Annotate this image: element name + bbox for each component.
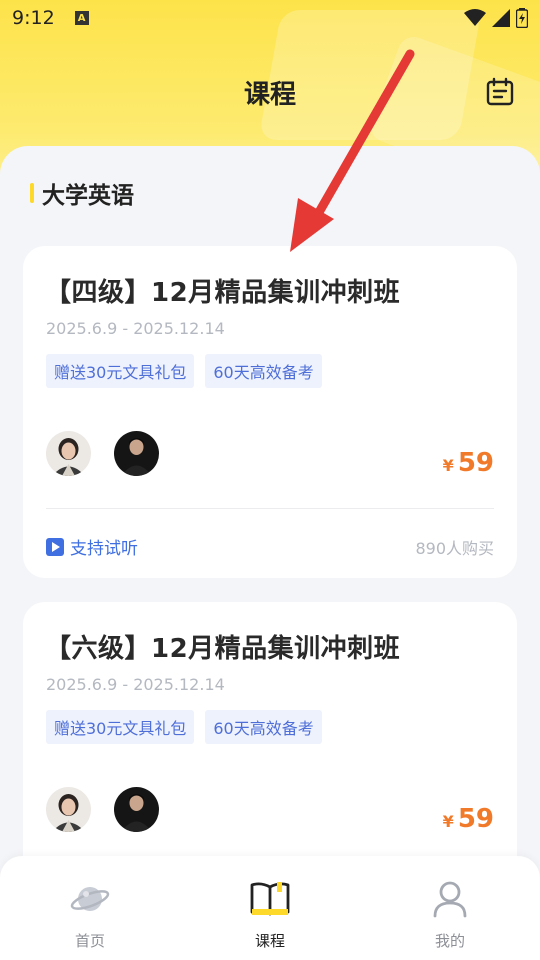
trial-link[interactable]: 支持试听 xyxy=(46,534,138,559)
card-divider xyxy=(46,508,494,509)
price-value: 59 xyxy=(457,448,494,478)
section-header: 大学英语 xyxy=(30,178,134,209)
battery-icon xyxy=(516,8,528,28)
course-tag: 60天高效备考 xyxy=(205,354,322,388)
course-tag: 60天高效备考 xyxy=(205,710,322,744)
course-tag: 赠送30元文具礼包 xyxy=(46,710,195,744)
currency-symbol: ¥ xyxy=(442,812,454,831)
teacher-avatars xyxy=(46,787,159,832)
planet-icon xyxy=(70,887,110,911)
buyer-count: 890人购买 xyxy=(415,539,494,558)
course-price: ¥ 59 xyxy=(443,448,494,478)
tab-courses[interactable]: 课程 xyxy=(210,856,330,951)
teacher-avatars xyxy=(46,431,159,476)
bottom-tab-bar: 首页 课程 我的 xyxy=(0,856,540,960)
teacher-avatar xyxy=(114,431,159,476)
course-date: 2025.6.9 - 2025.12.14 xyxy=(46,319,225,338)
signal-icon xyxy=(492,9,510,27)
tab-home[interactable]: 首页 xyxy=(30,856,150,951)
tab-label: 课程 xyxy=(254,932,285,950)
teacher-avatar xyxy=(46,787,91,832)
course-title: 【四级】12月精品集训冲刺班 xyxy=(45,278,401,308)
tab-label: 首页 xyxy=(74,932,105,950)
status-time: 9:12 xyxy=(12,7,55,29)
course-tags: 赠送30元文具礼包 60天高效备考 xyxy=(46,354,322,388)
nav-bar: 课程 xyxy=(0,68,540,116)
tab-profile[interactable]: 我的 xyxy=(390,856,510,951)
user-icon xyxy=(433,881,467,918)
tab-label: 我的 xyxy=(434,932,465,950)
course-title: 【六级】12月精品集训冲刺班 xyxy=(45,634,401,664)
trial-label: 支持试听 xyxy=(70,539,138,559)
calendar-button[interactable] xyxy=(484,76,516,108)
course-tags: 赠送30元文具礼包 60天高效备考 xyxy=(46,710,322,744)
currency-symbol: ¥ xyxy=(442,456,454,475)
course-price: ¥ 59 xyxy=(443,804,494,834)
course-tag: 赠送30元文具礼包 xyxy=(46,354,195,388)
course-date: 2025.6.9 - 2025.12.14 xyxy=(46,675,225,694)
wifi-icon xyxy=(464,9,486,26)
status-icons xyxy=(464,8,528,28)
page-title: 课程 xyxy=(243,79,296,110)
teacher-avatar xyxy=(46,431,91,476)
status-bar: 9:12 A xyxy=(0,0,540,36)
notification-icon: A xyxy=(74,11,89,25)
price-value: 59 xyxy=(457,804,494,834)
book-icon xyxy=(250,882,290,916)
course-card[interactable]: 【四级】12月精品集训冲刺班 2025.6.9 - 2025.12.14 赠送3… xyxy=(23,246,517,578)
teacher-avatar xyxy=(114,787,159,832)
calendar-icon xyxy=(486,77,514,106)
section-title: 大学英语 xyxy=(42,183,134,209)
play-icon xyxy=(46,537,64,556)
section-marker xyxy=(30,183,34,203)
